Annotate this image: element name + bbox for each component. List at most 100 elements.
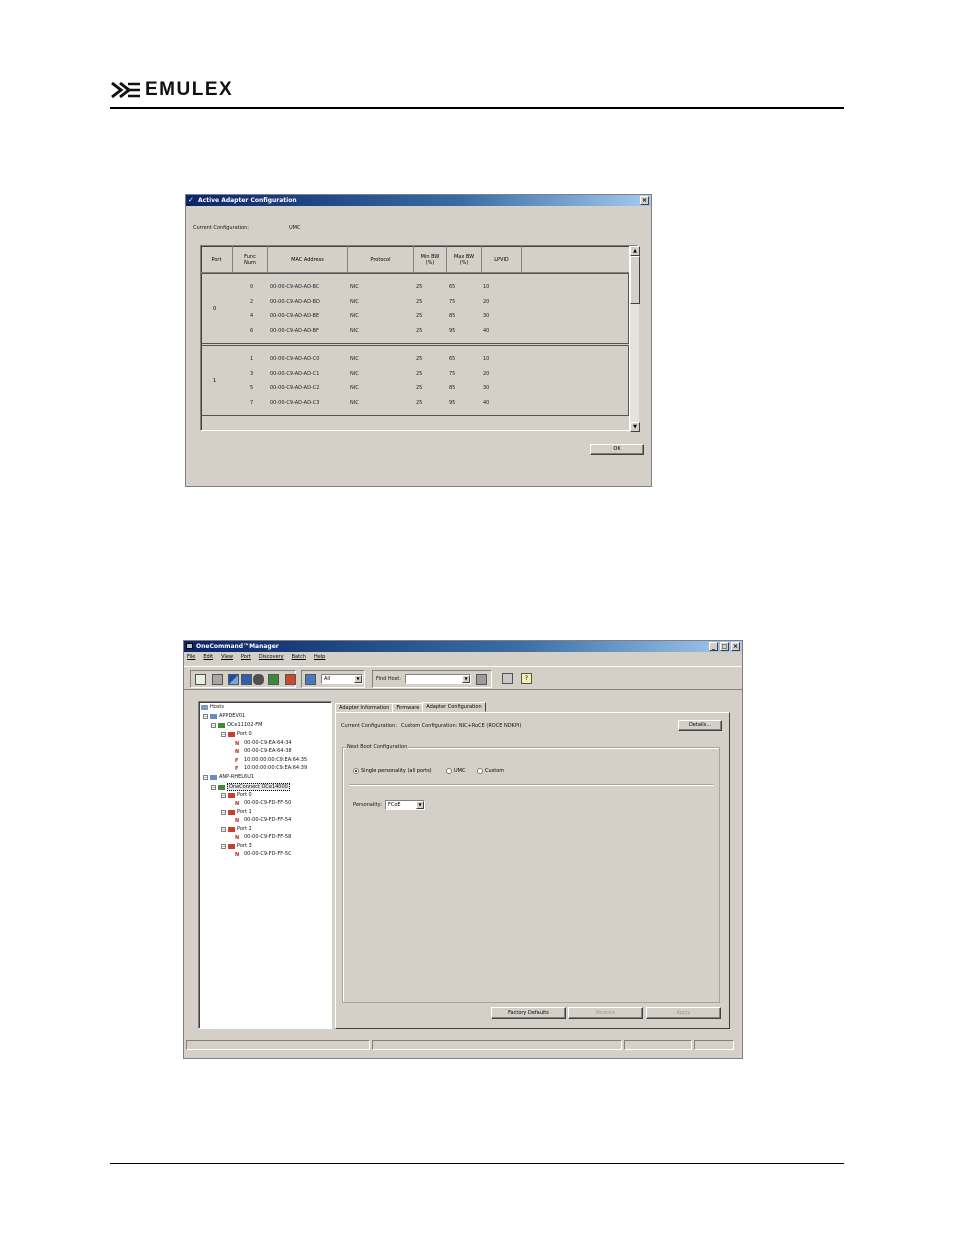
find-host-label: Find Host: (376, 676, 401, 682)
grid-cell: 00-00-C9-AD-AD-BD (270, 299, 320, 305)
menu-file[interactable]: File (187, 654, 195, 660)
grid-cell: 20 (483, 299, 490, 305)
col-func-num-label: Func Num (244, 253, 256, 266)
collapse-icon[interactable]: − (211, 784, 216, 790)
factory-defaults-button[interactable]: Factory Defaults (491, 1007, 566, 1019)
personality-select[interactable]: FCoE ▼ (385, 800, 425, 810)
scroll-down-icon[interactable]: ▼ (630, 422, 640, 432)
tree-mac[interactable]: N 00-00-C9-EA-64-34 (235, 740, 292, 747)
filter-select[interactable]: All ▼ (321, 674, 363, 684)
virtual-port-icon[interactable] (253, 674, 264, 685)
menu-bar: File Edit View Port Discovery Batch Help (187, 654, 325, 660)
wwn-label: 10:00:00:00:C9:EA:64:39 (244, 765, 308, 771)
tree-adapter-2[interactable]: − OneConnect OCe14000 (211, 783, 290, 791)
fabric-view-icon[interactable] (241, 674, 252, 685)
chevron-down-icon[interactable]: ▼ (462, 675, 470, 683)
maximize-button[interactable]: □ (720, 642, 729, 651)
radio-custom[interactable]: Custom (477, 768, 504, 774)
collapse-icon[interactable]: − (221, 809, 226, 815)
grid-cell: 3 (250, 371, 254, 377)
fcoe-function-icon: F (235, 765, 239, 772)
apply-button[interactable]: Apply (646, 1007, 721, 1019)
grid-cell: 00-00-C9-AD-AD-C2 (270, 385, 320, 391)
scroll-thumb[interactable] (630, 256, 640, 304)
menu-edit[interactable]: Edit (203, 654, 213, 660)
tree-wwn[interactable]: F 10:00:00:00:C9:EA:64:39 (235, 765, 308, 772)
chevron-down-icon[interactable]: ▼ (354, 675, 362, 683)
tree-host-1[interactable]: − APPDEV01 (203, 713, 245, 719)
tree-port[interactable]: − Port 1 (221, 809, 252, 815)
tree-root[interactable]: Hosts (201, 704, 224, 710)
collapse-icon[interactable]: − (221, 826, 226, 832)
adapter-view-icon[interactable] (268, 674, 279, 685)
mac-label: 00-00-C9-FD-FF-5C (244, 851, 292, 857)
menu-port[interactable]: Port (241, 654, 251, 660)
grid-cell: 00-00-C9-AD-AD-BF (270, 328, 319, 334)
menu-view[interactable]: View (221, 654, 233, 660)
scroll-up-icon[interactable]: ▲ (630, 246, 640, 256)
config-grid[interactable]: Port Func Num MAC Address Protocol Min B… (200, 245, 640, 432)
filter-icon[interactable] (305, 674, 316, 685)
tree-wwn[interactable]: F 10:00:00:00:C9:EA:64:35 (235, 757, 307, 764)
collapse-icon[interactable]: − (211, 722, 216, 728)
grid-cell: 40 (483, 328, 490, 334)
host-tree[interactable]: Hosts − APPDEV01 − OCe11102-FM − Port 0 N 00… (198, 701, 332, 1029)
tab-adapter-configuration[interactable]: Adapter Configuration (422, 702, 486, 712)
collapse-icon[interactable]: − (203, 713, 208, 719)
tree-mac[interactable]: N 00-00-C9-EA-64-38 (235, 748, 292, 755)
tree-mac[interactable]: N 00-00-C9-FD-FF-5C (235, 851, 292, 858)
grid-cell: 10 (483, 284, 490, 290)
tree-port[interactable]: − Port 0 (221, 731, 252, 737)
tree-port[interactable]: − Port 3 (221, 843, 252, 849)
collapse-icon[interactable]: − (221, 843, 226, 849)
collapse-icon[interactable]: − (203, 774, 208, 780)
host-view-icon[interactable] (228, 674, 239, 685)
tree-host-2[interactable]: − ANP-RHEL6U1 (203, 774, 254, 780)
grid-cell: 95 (449, 328, 456, 334)
personality-value: FCoE (388, 802, 401, 808)
radio-umc-label: UMC (454, 768, 466, 774)
nic-function-icon: N (235, 800, 240, 807)
radio-umc[interactable]: UMC (446, 768, 465, 774)
vport-icon[interactable] (285, 674, 296, 685)
grid-cell: 25 (416, 371, 423, 377)
batch-icon[interactable] (502, 673, 513, 684)
col-min-bw: Min BW (%) (414, 246, 447, 273)
details-button[interactable]: Details... (678, 720, 722, 731)
tree-port[interactable]: − Port 0 (221, 792, 252, 798)
menu-discovery[interactable]: Discovery (259, 654, 284, 660)
collapse-icon[interactable]: − (221, 731, 226, 737)
grid-cell: 7 (250, 400, 254, 406)
grid-cell: 4 (250, 313, 254, 319)
col-max-bw: Max BW (%) (447, 246, 482, 273)
close-button[interactable]: × (640, 196, 649, 205)
menu-help[interactable]: Help (314, 654, 325, 660)
vertical-scrollbar[interactable]: ▲ ▼ (629, 246, 640, 432)
grid-cell: 30 (483, 385, 490, 391)
tree-port[interactable]: − Port 2 (221, 826, 252, 832)
restore-button[interactable]: Restore (568, 1007, 643, 1019)
grid-cell: NIC (350, 371, 359, 377)
grid-cell: 85 (449, 385, 456, 391)
refresh-icon[interactable] (195, 674, 206, 685)
grid-cell: NIC (350, 313, 359, 319)
tree-mac[interactable]: N 00-00-C9-FD-FF-58 (235, 834, 291, 841)
search-icon[interactable] (476, 674, 487, 685)
maximize-icon: □ (721, 643, 728, 650)
tree-mac[interactable]: N 00-00-C9-FD-FF-54 (235, 817, 291, 824)
help-icon[interactable]: ? (521, 673, 532, 684)
header-rule (110, 107, 844, 109)
chevron-down-icon[interactable]: ▼ (416, 801, 424, 809)
aac-title: Active Adapter Configuration (198, 197, 297, 204)
close-button[interactable]: × (731, 642, 740, 651)
collapse-icon[interactable]: − (221, 792, 226, 798)
minimize-button[interactable]: _ (709, 642, 718, 651)
status-pane (372, 1040, 622, 1050)
status-pane (624, 1040, 692, 1050)
find-host-input[interactable]: ▼ (405, 674, 471, 684)
menu-batch[interactable]: Batch (292, 654, 306, 660)
ok-button[interactable]: OK (590, 444, 644, 455)
tree-mac[interactable]: N 00-00-C9-FD-FF-50 (235, 800, 291, 807)
radio-single-personality[interactable]: Single personality (all ports) (353, 768, 432, 774)
tree-adapter-1[interactable]: − OCe11102-FM (211, 722, 262, 728)
